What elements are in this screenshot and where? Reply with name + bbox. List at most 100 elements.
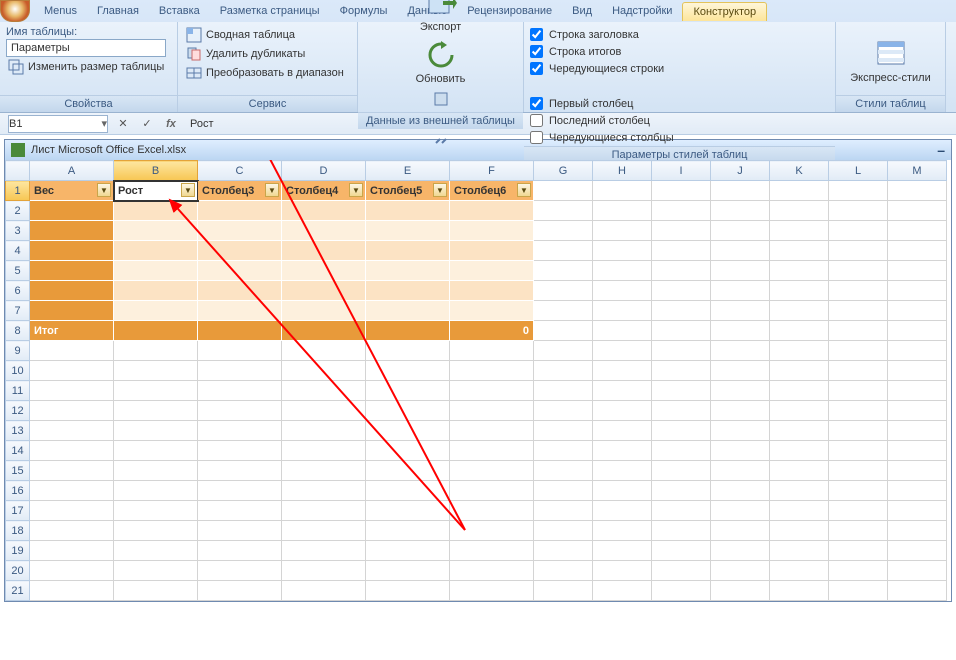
cell[interactable] — [450, 561, 534, 581]
cell[interactable] — [114, 241, 198, 261]
cell[interactable] — [534, 401, 593, 421]
cell[interactable] — [593, 541, 652, 561]
cell[interactable] — [652, 381, 711, 401]
cell[interactable] — [534, 421, 593, 441]
tab-design[interactable]: Конструктор — [682, 2, 767, 21]
cell[interactable] — [450, 541, 534, 561]
cell[interactable] — [114, 381, 198, 401]
cell[interactable] — [198, 381, 282, 401]
cell[interactable] — [114, 421, 198, 441]
filter-dropdown-icon[interactable]: ▼ — [265, 183, 279, 197]
cell[interactable] — [770, 361, 829, 381]
row-header[interactable]: 10 — [6, 361, 30, 381]
cell[interactable] — [652, 181, 711, 201]
cell[interactable] — [282, 301, 366, 321]
cell[interactable] — [30, 501, 114, 521]
cell[interactable] — [888, 441, 947, 461]
cell[interactable] — [770, 261, 829, 281]
cell[interactable] — [829, 521, 888, 541]
cell[interactable] — [534, 261, 593, 281]
cell[interactable] — [829, 421, 888, 441]
cell[interactable] — [198, 501, 282, 521]
cell[interactable] — [30, 261, 114, 281]
worksheet[interactable]: ABCDEFGHIJKLM1Вес▼Рост▼Столбец3▼Столбец4… — [5, 160, 951, 601]
cell[interactable] — [652, 421, 711, 441]
cell[interactable] — [450, 381, 534, 401]
cell[interactable] — [450, 301, 534, 321]
cell[interactable] — [770, 581, 829, 601]
cell[interactable] — [534, 501, 593, 521]
cell[interactable] — [711, 541, 770, 561]
cell[interactable] — [534, 541, 593, 561]
table-name-input[interactable] — [6, 39, 166, 57]
cell[interactable] — [593, 481, 652, 501]
cell[interactable] — [198, 361, 282, 381]
cell[interactable] — [711, 321, 770, 341]
cell[interactable] — [888, 221, 947, 241]
cell[interactable] — [30, 201, 114, 221]
cell[interactable] — [711, 341, 770, 361]
cell[interactable] — [888, 241, 947, 261]
cell[interactable] — [829, 201, 888, 221]
cell[interactable] — [30, 521, 114, 541]
cell[interactable] — [114, 461, 198, 481]
cell[interactable] — [450, 401, 534, 421]
row-header[interactable]: 6 — [6, 281, 30, 301]
cell[interactable] — [829, 341, 888, 361]
row-header[interactable]: 3 — [6, 221, 30, 241]
cell[interactable] — [198, 541, 282, 561]
cell[interactable] — [114, 481, 198, 501]
cell[interactable] — [711, 521, 770, 541]
cell[interactable] — [652, 401, 711, 421]
cell[interactable] — [534, 361, 593, 381]
fx-button[interactable]: fx — [162, 115, 180, 133]
cell[interactable] — [770, 481, 829, 501]
chk-banded-rows[interactable]: Чередующиеся строки — [530, 60, 664, 77]
tab-view[interactable]: Вид — [562, 2, 602, 20]
cell[interactable]: Столбец3▼ — [198, 181, 282, 201]
cell[interactable] — [652, 341, 711, 361]
cell[interactable] — [366, 321, 450, 341]
cell[interactable] — [282, 281, 366, 301]
cell[interactable] — [711, 421, 770, 441]
cell[interactable] — [652, 281, 711, 301]
cell[interactable] — [198, 321, 282, 341]
cell[interactable] — [198, 281, 282, 301]
cell[interactable] — [282, 321, 366, 341]
row-header[interactable]: 9 — [6, 341, 30, 361]
cell[interactable] — [366, 281, 450, 301]
column-header[interactable]: H — [593, 161, 652, 181]
cell[interactable] — [114, 281, 198, 301]
cell[interactable] — [114, 301, 198, 321]
cell[interactable] — [114, 501, 198, 521]
select-all-corner[interactable] — [6, 161, 30, 181]
column-header[interactable]: A — [30, 161, 114, 181]
cell[interactable] — [30, 281, 114, 301]
cell[interactable] — [366, 301, 450, 321]
cell[interactable] — [534, 241, 593, 261]
cell[interactable] — [30, 361, 114, 381]
row-header[interactable]: 2 — [6, 201, 30, 221]
cell[interactable] — [534, 481, 593, 501]
cell[interactable] — [652, 441, 711, 461]
cell[interactable] — [652, 481, 711, 501]
cell[interactable] — [366, 561, 450, 581]
cell[interactable] — [711, 361, 770, 381]
cell[interactable] — [652, 541, 711, 561]
refresh-button[interactable]: Обновить — [409, 39, 473, 85]
cell[interactable] — [652, 561, 711, 581]
cell[interactable] — [198, 221, 282, 241]
cell[interactable] — [593, 381, 652, 401]
cell[interactable]: Рост▼ — [114, 181, 198, 201]
cell[interactable] — [770, 201, 829, 221]
tab-review[interactable]: Рецензирование — [457, 2, 562, 20]
cell[interactable] — [198, 581, 282, 601]
cell[interactable] — [198, 521, 282, 541]
cell[interactable] — [711, 381, 770, 401]
cell[interactable] — [282, 241, 366, 261]
cell[interactable] — [711, 501, 770, 521]
cell[interactable] — [282, 341, 366, 361]
cell[interactable] — [366, 541, 450, 561]
cell[interactable] — [888, 501, 947, 521]
row-header[interactable]: 18 — [6, 521, 30, 541]
